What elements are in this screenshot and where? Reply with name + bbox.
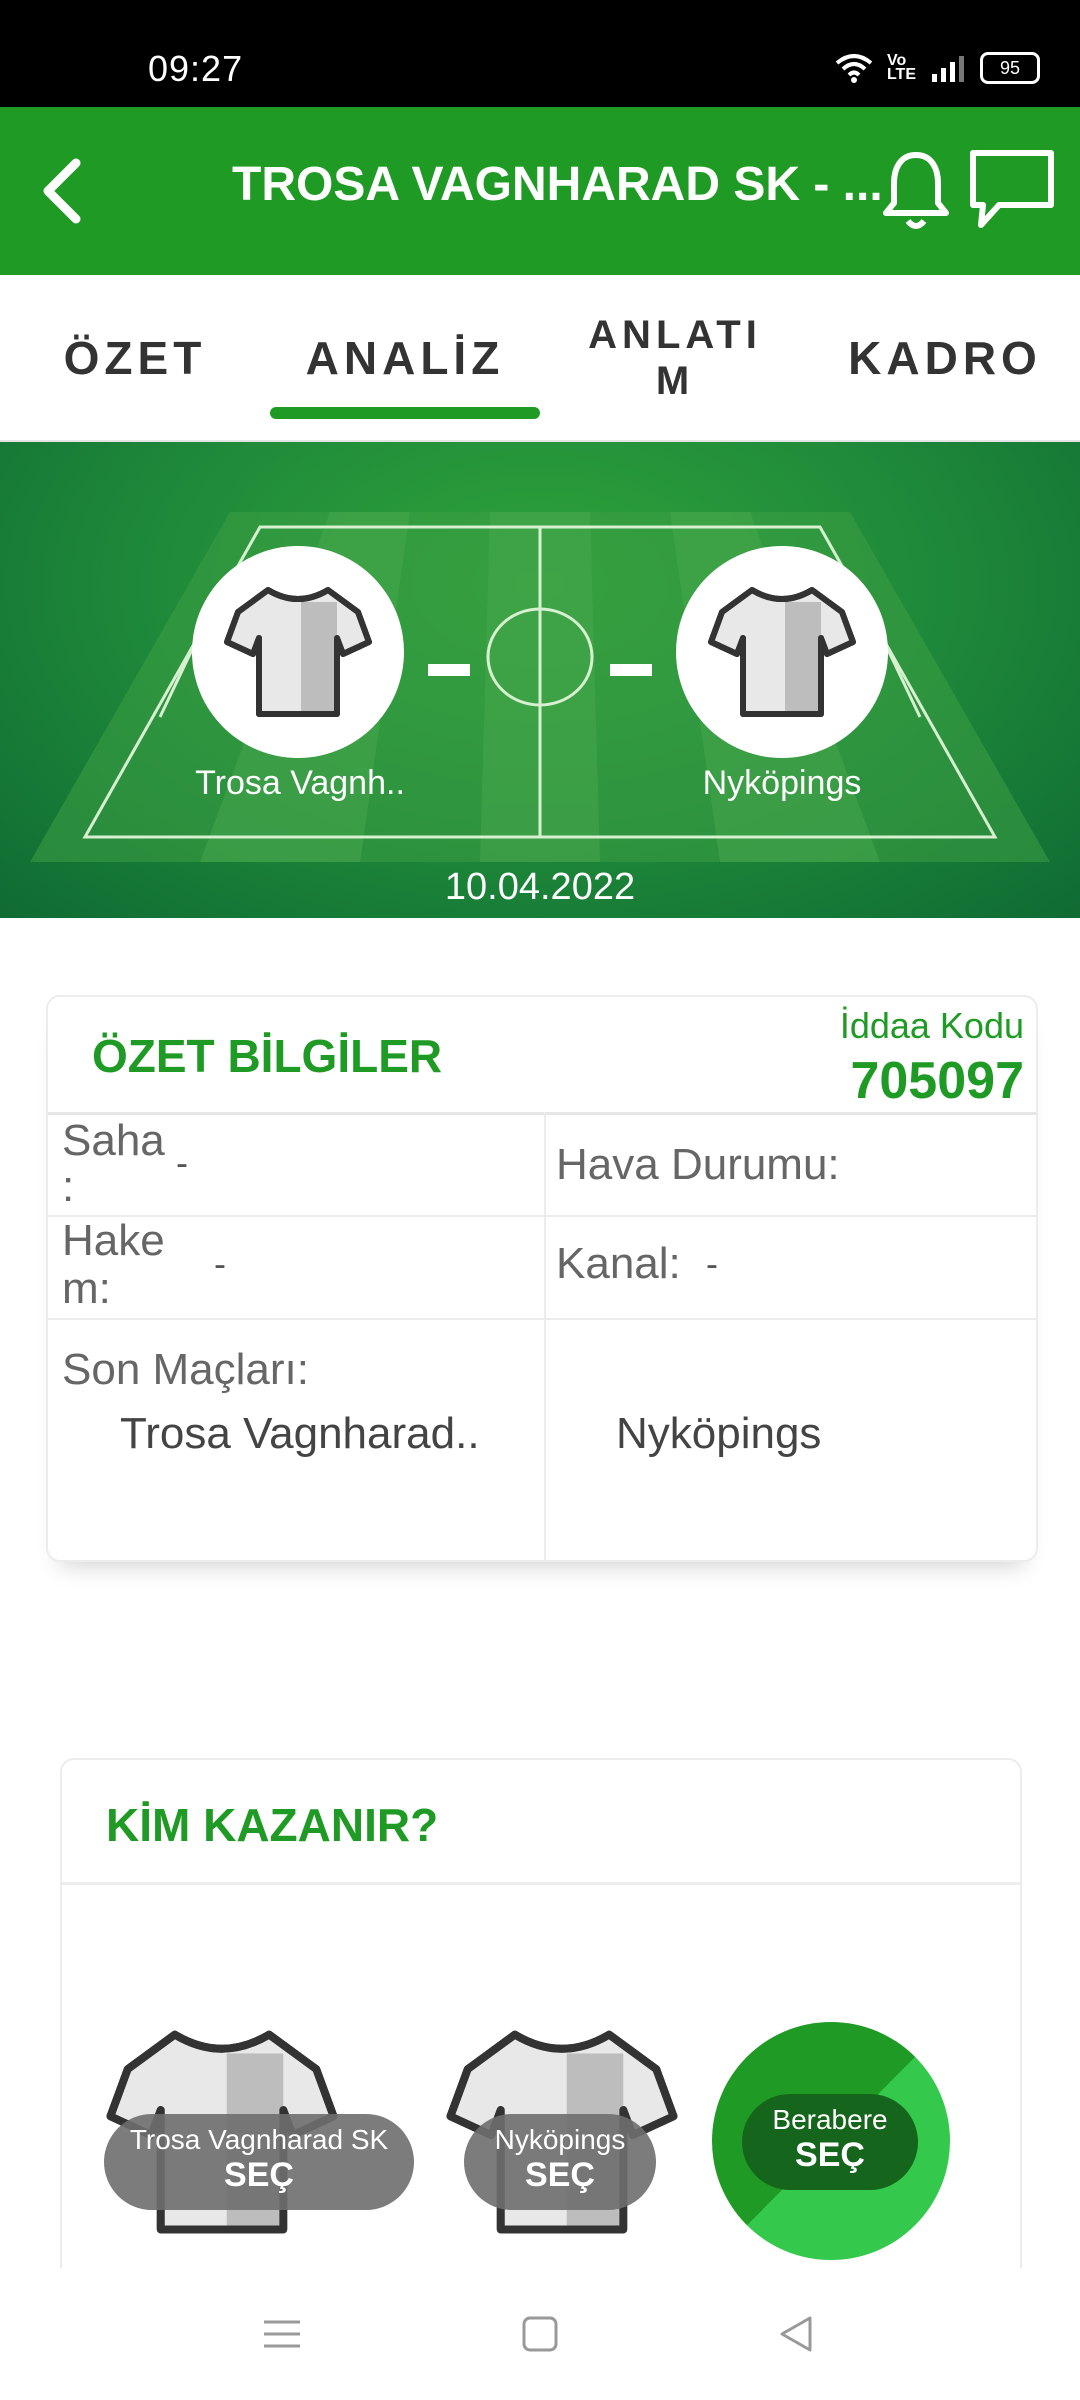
away-team-logo[interactable] [676,546,888,758]
back-arrow-icon[interactable] [30,155,102,227]
score-separator [610,664,652,676]
weather-label: Hava Durumu: [556,1140,840,1189]
wifi-icon [835,54,873,83]
jersey-icon [224,587,372,717]
iddaa-code-label: İddaa Kodu [839,1005,1024,1046]
match-banner: Trosa Vagnh.. Nyköpings 10.04.2022 [0,442,1080,918]
away-team-name: Nyköpings [702,764,862,802]
home-team-name: Trosa Vagnh.. [195,764,405,802]
tab-bar: ÖZET ANALİZ ANLATI M KADRO [0,275,1080,442]
away-last-matches-link[interactable]: Nyköpings [616,1409,821,1459]
menu-icon[interactable] [262,2314,302,2354]
summary-card: ÖZET BİLGİLER İddaa Kodu 705097 Saha : -… [46,995,1038,1562]
page-title: TROSA VAGNHARAD SK - ... [232,158,883,211]
home-icon[interactable] [520,2314,560,2354]
referee-label: Hake m: [62,1217,165,1313]
status-icons: Vo LTE 95 [835,52,1040,84]
last-matches-label: Son Maçları: [62,1345,309,1394]
summary-header: ÖZET BİLGİLER İddaa Kodu 705097 [48,997,1036,1115]
app-bar: TROSA VAGNHARAD SK - ... [0,107,1080,275]
tab-ozet[interactable]: ÖZET [50,275,220,440]
jersey-icon [708,587,856,717]
pick-draw-label: Berabere [772,2104,888,2135]
pick-draw-option[interactable]: Berabere SEÇ [712,2022,950,2260]
battery-icon: 95 [980,52,1040,84]
prediction-header: KİM KAZANIR? [62,1760,1020,1885]
pick-home-label: Trosa Vagnharad SK [129,2124,389,2155]
referee-value: - [214,1243,226,1284]
iddaa-code-value: 705097 [850,1052,1024,1110]
home-team-logo[interactable] [192,546,404,758]
saha-value: - [176,1142,188,1183]
pick-away-label: Nyköpings [494,2124,626,2155]
score-separator [428,664,470,676]
match-date: 10.04.2022 [444,866,636,908]
pick-home-option[interactable]: Trosa Vagnharad SK SEÇ [102,2022,414,2242]
info-row-saha: Saha : - Hava Durumu: [48,1112,1036,1217]
football-pitch [30,512,1050,862]
info-row-hakem: Hake m: - Kanal: - [48,1215,1036,1320]
pick-away-button[interactable]: Nyköpings SEÇ [464,2114,656,2210]
tab-kadro[interactable]: KADRO [848,275,1040,440]
channel-value: - [706,1243,718,1284]
bell-icon[interactable] [880,149,952,235]
status-time: 09:27 [148,48,244,89]
pick-draw-action: SEÇ [795,2136,865,2174]
pick-away-option[interactable]: Nyköpings SEÇ [442,2022,678,2242]
prediction-title: KİM KAZANIR? [106,1799,439,1851]
pick-home-button[interactable]: Trosa Vagnharad SK SEÇ [104,2114,414,2210]
channel-label: Kanal: [556,1239,681,1288]
pick-away-action: SEÇ [525,2156,595,2194]
active-tab-indicator [270,407,540,419]
pick-draw-button[interactable]: Berabere SEÇ [742,2094,918,2190]
signal-icon [932,56,964,82]
pick-home-action: SEÇ [224,2156,294,2194]
saha-label: Saha : [62,1118,165,1208]
status-bar: 09:27 Vo LTE 95 [0,0,1080,107]
home-last-matches-link[interactable]: Trosa Vagnharad.. [120,1409,480,1459]
back-icon[interactable] [776,2314,816,2354]
chat-icon[interactable] [965,147,1057,233]
tab-anlatim[interactable]: ANLATI M [588,275,760,440]
system-nav-bar [0,2268,1080,2400]
volte-icon: Vo LTE [886,52,916,83]
summary-title: ÖZET BİLGİLER [92,1030,443,1082]
